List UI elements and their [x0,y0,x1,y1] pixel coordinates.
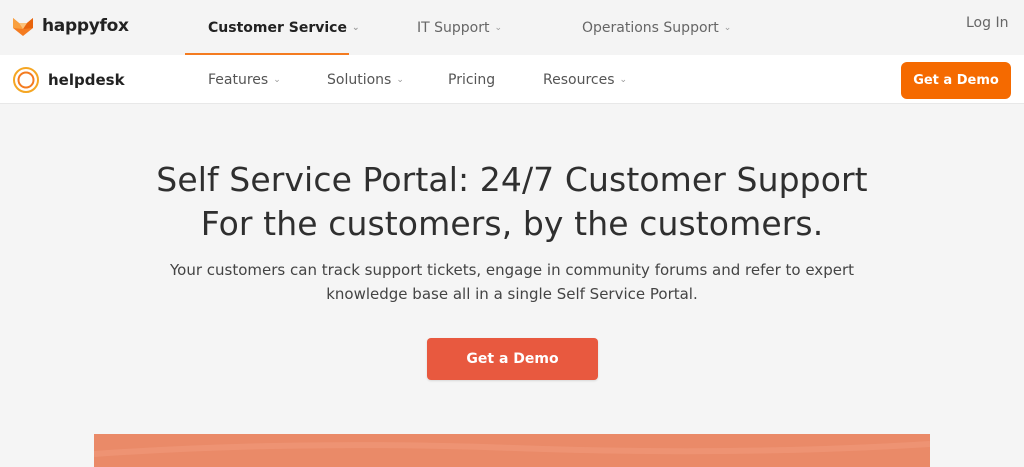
hero-get-a-demo-button[interactable]: Get a Demo [427,338,598,380]
helpdesk-name: helpdesk [48,71,125,89]
topnav-operations-support[interactable]: Operations Support ⌄ [582,0,731,55]
nav-features[interactable]: Features ⌄ [208,55,281,104]
brand-name: happyfox [42,16,129,36]
topnav-label: Operations Support [582,19,719,36]
hero-illustration [94,434,930,467]
chevron-down-icon: ⌄ [494,22,503,33]
hero-title: Self Service Portal: 24/7 Customer Suppo… [156,160,868,199]
topnav-customer-service[interactable]: Customer Service ⌄ [208,0,360,55]
topnav-label: IT Support [417,19,490,36]
chevron-down-icon: ⌄ [723,22,732,33]
nav-pricing[interactable]: Pricing [448,55,495,104]
product-navigation-bar: helpdesk Features ⌄ Solutions ⌄ Pricing … [0,55,1024,104]
nav-solutions[interactable]: Solutions ⌄ [327,55,404,104]
nav-resources[interactable]: Resources ⌄ [543,55,627,104]
nav-label: Resources [543,71,615,88]
top-navigation-bar: happyfox Customer Service ⌄ IT Support ⌄… [0,0,1024,55]
ring-logo-icon [13,67,39,93]
chevron-down-icon: ⌄ [351,22,360,33]
happyfox-logo[interactable]: happyfox [12,12,129,40]
login-link[interactable]: Log In [966,15,1008,31]
fox-logo-icon [13,18,33,36]
get-a-demo-button[interactable]: Get a Demo [901,62,1011,99]
nav-label: Features [208,71,269,88]
nav-label: Solutions [327,71,392,88]
topnav-label: Customer Service [208,19,347,36]
hero-illustration-graphic [94,434,930,467]
chevron-down-icon: ⌄ [273,74,281,85]
nav-label: Pricing [448,71,496,88]
hero-tagline: For the customers, by the customers. [200,204,824,243]
chevron-down-icon: ⌄ [619,74,628,85]
chevron-down-icon: ⌄ [396,74,404,85]
helpdesk-logo[interactable]: helpdesk [12,65,125,95]
topnav-it-support[interactable]: IT Support ⌄ [417,0,502,55]
hero-description: Your customers can track support tickets… [170,261,854,303]
